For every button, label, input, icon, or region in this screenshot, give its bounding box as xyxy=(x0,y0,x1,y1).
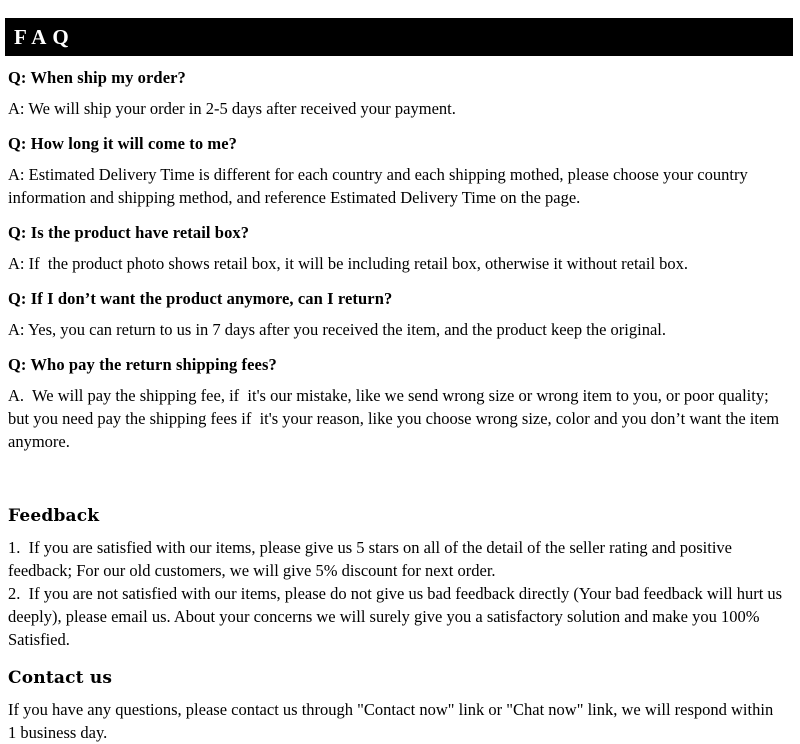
feedback-item-1: 1. If you are satisfied with our items, … xyxy=(8,538,737,580)
faq-item: Q: How long it will come to me? A: Estim… xyxy=(8,132,784,209)
faq-question: Q: Is the product have retail box? xyxy=(8,223,250,242)
faq-answer: A: We will ship your order in 2-5 days a… xyxy=(8,99,456,118)
faq-page: FAQ Q: When ship my order? A: We will sh… xyxy=(0,0,800,742)
faq-answer: A: Yes, you can return to us in 7 days a… xyxy=(8,320,666,339)
faq-question: Q: When ship my order? xyxy=(8,68,186,87)
faq-answer: A: Estimated Delivery Time is different … xyxy=(8,165,752,207)
feedback-heading: Feedback xyxy=(8,506,100,526)
faq-question: Q: If I don’t want the product anymore, … xyxy=(8,289,393,308)
feedback-section: Feedback 1. If you are satisfied with ou… xyxy=(8,505,784,651)
contact-section: Contact us If you have any questions, pl… xyxy=(8,667,784,744)
faq-item: Q: When ship my order? A: We will ship y… xyxy=(8,66,784,120)
faq-item: Q: Who pay the return shipping fees? A. … xyxy=(8,353,784,453)
page-title: FAQ xyxy=(14,24,75,49)
faq-header-bar: FAQ xyxy=(5,18,793,56)
faq-item: Q: Is the product have retail box? A: If… xyxy=(8,221,784,275)
contact-heading: Contact us xyxy=(8,668,113,688)
faq-question: Q: How long it will come to me? xyxy=(8,134,238,153)
faq-content: Q: When ship my order? A: We will ship y… xyxy=(8,66,784,744)
faq-question: Q: Who pay the return shipping fees? xyxy=(8,355,277,374)
contact-body: If you have any questions, please contac… xyxy=(8,700,778,742)
faq-answer: A. We will pay the shipping fee, if it's… xyxy=(8,386,784,451)
feedback-item-2: 2. If you are not satisfied with our ite… xyxy=(8,584,787,649)
faq-answer: A: If the product photo shows retail box… xyxy=(8,254,689,273)
faq-item: Q: If I don’t want the product anymore, … xyxy=(8,287,784,341)
